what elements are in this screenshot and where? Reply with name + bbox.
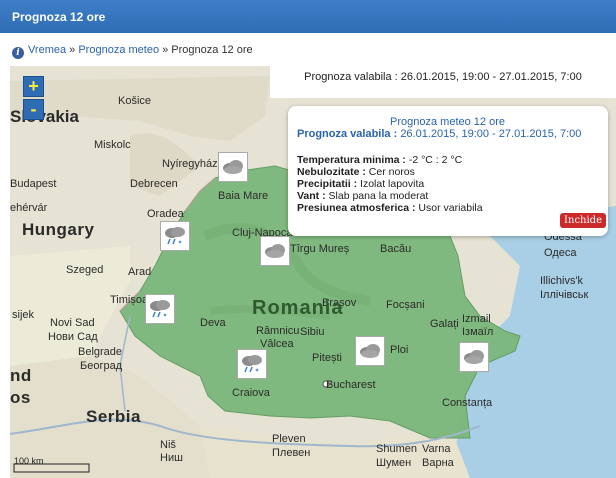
breadcrumb-current: Prognoza 12 ore bbox=[171, 44, 253, 56]
map-label-tirgu-mures: Tîrgu Mureș bbox=[290, 243, 350, 255]
page-header-title: Prognoza 12 ore bbox=[12, 10, 106, 24]
map-label-nis: Niš bbox=[160, 439, 176, 451]
map-label-galati: Galați bbox=[430, 318, 459, 330]
popup-row-pressure: Presiunea atmosferica : Usor variabila bbox=[297, 202, 598, 214]
popup-cloud-value: Cer noros bbox=[368, 166, 415, 178]
breadcrumb-link-prognoza-meteo[interactable]: Prognoza meteo bbox=[78, 44, 159, 56]
sleet-icon bbox=[165, 227, 185, 245]
cloudy-icon bbox=[265, 244, 285, 258]
popup-row-precipitation: Precipitatii : Izolat lapovita bbox=[297, 178, 598, 190]
breadcrumb-separator: » bbox=[66, 44, 79, 56]
map-label-varna-cyrillic: Варна bbox=[422, 457, 454, 469]
map-label-bacau: Bacău bbox=[380, 243, 412, 255]
cloudy-icon bbox=[223, 160, 243, 174]
breadcrumb-link-vremea[interactable]: Vremea bbox=[28, 44, 66, 56]
popup-precip-label: Precipitatii : bbox=[297, 178, 358, 190]
popup-spacer bbox=[297, 140, 598, 154]
popup-title: Prognoza meteo 12 ore bbox=[390, 116, 505, 128]
popup-row-temperature: Temperatura minima : -2 °C : 2 °C bbox=[297, 154, 598, 166]
page-header: Prognoza 12 ore bbox=[0, 0, 616, 33]
map-label-baia-mare: Baia Mare bbox=[218, 190, 269, 202]
weather-marker-bucharest[interactable] bbox=[355, 336, 385, 366]
validity-box: Prognoza valabila : 26.01.2015, 19:00 - … bbox=[270, 66, 616, 98]
breadcrumb: i Vremea » Prognoza meteo » Prognoza 12 o… bbox=[0, 33, 616, 65]
breadcrumb-separator: » bbox=[159, 44, 172, 56]
validity-text: Prognoza valabila : 26.01.2015, 19:00 - … bbox=[304, 71, 582, 83]
map-label-belgrade: Belgrade bbox=[78, 346, 123, 358]
map-label-budapest: Budapest bbox=[10, 178, 57, 190]
popup-cloud-label: Nebulozitate : bbox=[297, 166, 366, 178]
map-label-belgrade-cyrillic: Београд bbox=[80, 360, 123, 372]
map-label-oradea: Oradea bbox=[147, 208, 184, 220]
map-label-novi-sad-cyrillic: Нови Сад bbox=[48, 331, 98, 343]
map-label-szekesfehervar: ehérvár bbox=[10, 202, 48, 214]
popup-precip-value: Izolat lapovita bbox=[360, 178, 425, 190]
map-label-varna: Varna bbox=[422, 443, 451, 455]
weather-marker-constanta[interactable] bbox=[459, 342, 489, 372]
popup-validity-value: 26.01.2015, 19:00 - 27.01.2015, 7:00 bbox=[400, 128, 582, 140]
map-label-craiova: Craiova bbox=[232, 387, 270, 399]
zoom-out-button[interactable]: - bbox=[23, 99, 44, 120]
map-label-ramnicu: Râmnicu bbox=[256, 325, 300, 337]
map-label-bucharest: Bucharest bbox=[326, 379, 376, 391]
map-label-slovakia: Slovakia bbox=[10, 107, 79, 126]
map-label-osijek: sijek bbox=[12, 309, 35, 321]
map-scale: 100 km bbox=[14, 456, 44, 466]
popup-validity-label: Prognoza valabila : bbox=[297, 128, 398, 140]
close-popup-button[interactable]: Inchide bbox=[560, 213, 606, 228]
map-label-focsani: Focșani bbox=[386, 299, 425, 311]
zoom-in-button[interactable]: + bbox=[23, 76, 44, 97]
map-label-pleven-cyrillic: Плевен bbox=[272, 447, 311, 459]
map-label-romania: Romania bbox=[252, 297, 344, 319]
map-label-serbia: Serbia bbox=[86, 407, 141, 426]
map-label-nyiregyhaza: Nyíregyháza bbox=[162, 158, 224, 170]
map-label-deva: Deva bbox=[200, 317, 226, 329]
info-icon: i bbox=[12, 47, 24, 59]
weather-marker-craiova[interactable] bbox=[237, 349, 267, 379]
cloudy-icon bbox=[360, 344, 380, 358]
map-label-debrecen: Debrecen bbox=[130, 178, 178, 190]
weather-marker-timisoara[interactable] bbox=[145, 294, 175, 324]
popup-wind-label: Vant : bbox=[297, 190, 326, 202]
map-label-pitesti: Pitești bbox=[312, 352, 342, 364]
map-label-shumen: Shumen bbox=[376, 443, 417, 455]
map-label-illichivsk: Illichivs'k bbox=[540, 275, 584, 287]
cloudy-icon bbox=[464, 350, 484, 364]
popup-temp-value: -2 °C : 2 °C bbox=[408, 154, 463, 166]
forecast-map[interactable]: Slovakia Košice Miskolc Nyíregyháza Buda… bbox=[10, 66, 616, 478]
map-label-novi-sad: Novi Sad bbox=[50, 317, 95, 329]
popup-row-cloudiness: Nebulozitate : Cer noros bbox=[297, 166, 598, 178]
map-label-szeged: Szeged bbox=[66, 264, 104, 276]
map-label-izmail: Izmail bbox=[462, 313, 491, 325]
forecast-popup: Prognoza meteo 12 ore Prognoza valabila … bbox=[288, 106, 608, 236]
map-label-nd: nd bbox=[10, 366, 32, 385]
map-label-miskolc: Miskolc bbox=[94, 139, 131, 151]
popup-row-wind: Vant : Slab pana la moderat bbox=[297, 190, 598, 202]
map-label-os: os bbox=[10, 388, 31, 407]
map-label-hungary: Hungary bbox=[22, 220, 95, 239]
weather-marker-baia-mare[interactable] bbox=[218, 152, 248, 182]
popup-temp-label: Temperatura minima : bbox=[297, 154, 406, 166]
popup-pressure-label: Presiunea atmosferica : bbox=[297, 202, 416, 214]
map-label-odessa-cyrillic: Одеса bbox=[544, 247, 577, 259]
map-label-sibiu: Sibiu bbox=[300, 326, 325, 338]
weather-marker-cluj[interactable] bbox=[260, 236, 290, 266]
map-label-ploiesti: Ploi bbox=[390, 344, 409, 356]
popup-validity: Prognoza valabila : 26.01.2015, 19:00 - … bbox=[297, 128, 598, 140]
popup-pressure-value: Usor variabila bbox=[418, 202, 483, 214]
map-label-pleven: Pleven bbox=[272, 433, 306, 445]
map-label-nis-cyrillic: Ниш bbox=[160, 452, 183, 464]
map-label-constanta: Constanța bbox=[442, 397, 493, 409]
map-label-kosice: Košice bbox=[118, 95, 152, 107]
map-label-illichivsk-cyrillic: Іллічівськ bbox=[540, 289, 589, 301]
weather-marker-oradea[interactable] bbox=[160, 221, 190, 251]
sleet-icon bbox=[150, 300, 170, 318]
sleet-icon bbox=[242, 355, 262, 373]
map-label-izmail-cyrillic: Ізмаїл bbox=[462, 326, 494, 338]
map-label-shumen-cyrillic: Шумен bbox=[376, 457, 412, 469]
map-label-arad: Arad bbox=[128, 266, 152, 278]
popup-wind-value: Slab pana la moderat bbox=[328, 190, 429, 202]
